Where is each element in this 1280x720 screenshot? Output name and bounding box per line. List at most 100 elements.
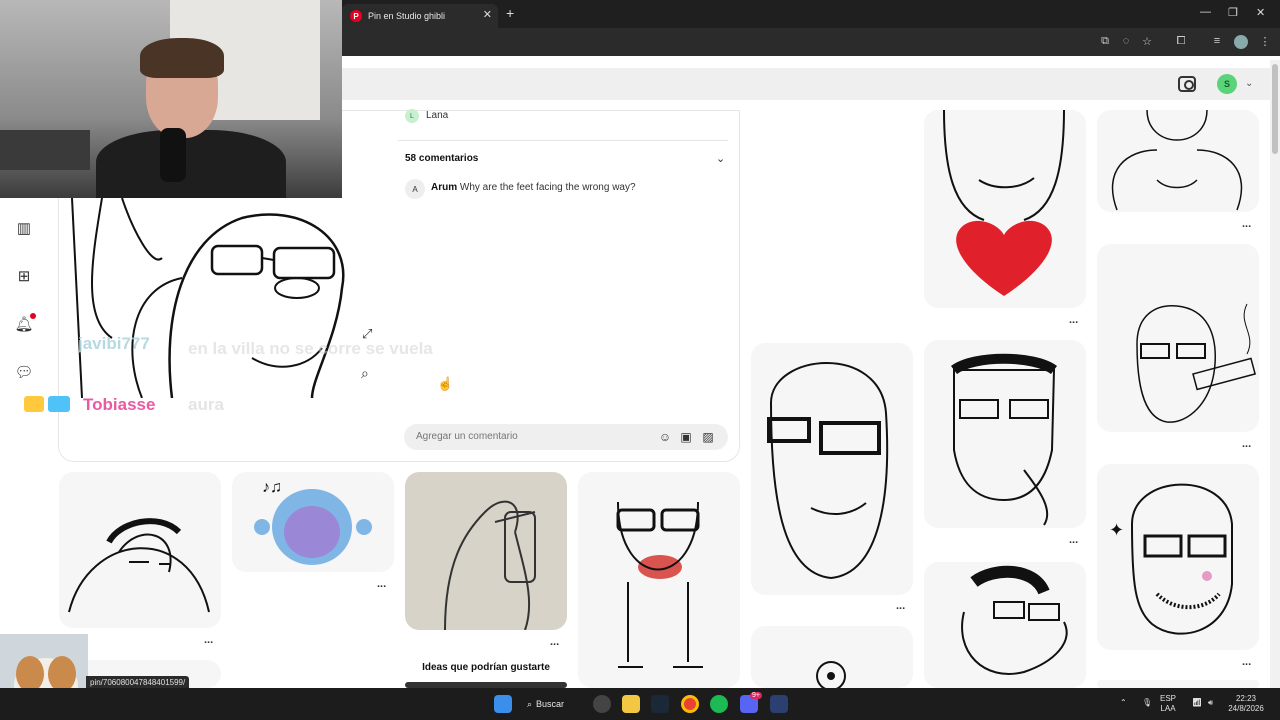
discord-badge: 9+ bbox=[750, 692, 762, 699]
file-explorer-icon[interactable] bbox=[622, 695, 640, 713]
chat-message: en la villa no se corre se vuela bbox=[188, 339, 433, 358]
taskbar-search[interactable]: ⌕ Buscar bbox=[527, 694, 583, 714]
pin-tile[interactable] bbox=[751, 626, 913, 688]
emoji-icon[interactable]: ☺ bbox=[657, 429, 673, 445]
clock[interactable]: 22:23 24/8/2026 bbox=[1224, 694, 1268, 714]
comment-input-placeholder: Agregar un comentario bbox=[416, 431, 518, 442]
more-options-button[interactable]: ... bbox=[1069, 534, 1078, 546]
comment-text: Arum Why are the feet facing the wrong w… bbox=[431, 182, 636, 193]
windows-taskbar bbox=[0, 688, 1280, 720]
microphone bbox=[160, 128, 186, 182]
close-window-button[interactable]: ✕ bbox=[1256, 6, 1265, 19]
commenter-avatar[interactable]: A bbox=[405, 179, 425, 199]
more-options-button[interactable]: ... bbox=[1242, 656, 1251, 668]
chrome-icon[interactable] bbox=[681, 695, 699, 713]
chat-username: javibi777 bbox=[78, 334, 150, 353]
wifi-icon[interactable]: 📶︎ bbox=[1192, 698, 1202, 708]
thinking-wojak-drawing bbox=[951, 353, 1057, 526]
microphone-icon[interactable]: 🎙︎ bbox=[1142, 698, 1152, 708]
pin-tile[interactable] bbox=[924, 562, 1086, 688]
divider bbox=[398, 140, 728, 141]
more-options-button[interactable]: ... bbox=[896, 600, 905, 612]
maximize-button[interactable]: ❐ bbox=[1228, 6, 1238, 19]
spotify-icon[interactable] bbox=[710, 695, 728, 713]
app-icon[interactable] bbox=[593, 695, 611, 713]
pin-tile[interactable]: ✦ bbox=[1097, 464, 1259, 650]
steam-icon[interactable] bbox=[651, 695, 669, 713]
pin-tile[interactable] bbox=[59, 472, 221, 628]
more-options-button[interactable]: ... bbox=[377, 578, 386, 590]
comment-author[interactable]: Arum bbox=[431, 182, 457, 193]
browser-tab[interactable]: P Pin en Studio ghibli ✕ bbox=[342, 4, 498, 28]
layout-icon[interactable]: ▥ bbox=[14, 219, 34, 239]
sleeping-man-drawing bbox=[68, 518, 210, 613]
eye-drawing bbox=[816, 661, 846, 688]
pin-tile[interactable] bbox=[924, 340, 1086, 528]
clock-time: 22:23 bbox=[1235, 694, 1257, 703]
user-avatar[interactable]: S bbox=[1217, 74, 1237, 94]
search-bar[interactable] bbox=[342, 68, 1270, 100]
left-nav-rail bbox=[0, 198, 48, 638]
pin-tile[interactable] bbox=[405, 472, 567, 630]
new-tab-button[interactable]: + bbox=[506, 5, 514, 21]
app-icon[interactable] bbox=[770, 695, 788, 713]
pin-tile[interactable] bbox=[1097, 244, 1259, 432]
pin-tile[interactable] bbox=[578, 472, 740, 688]
more-options-button[interactable]: ... bbox=[550, 636, 559, 648]
visual-search-icon[interactable]: ⌕ bbox=[361, 365, 369, 382]
more-options-button[interactable]: ... bbox=[1069, 314, 1078, 326]
eye-off-icon[interactable]: ◌ bbox=[1119, 35, 1133, 49]
volume-icon[interactable]: 🔊︎ bbox=[1208, 698, 1213, 708]
profile-avatar-icon[interactable] bbox=[1234, 35, 1248, 49]
image-icon[interactable]: ▨ bbox=[700, 429, 716, 445]
streamer-body bbox=[96, 130, 286, 198]
tray-chevron-icon[interactable]: ⌃ bbox=[1120, 698, 1127, 708]
svg-text:✦: ✦ bbox=[1109, 520, 1124, 540]
sticker-icon[interactable]: ▣ bbox=[678, 429, 694, 445]
svg-text:♪♫: ♪♫ bbox=[262, 479, 282, 496]
author-name[interactable]: Lana bbox=[426, 110, 448, 121]
extensions-icon[interactable]: ⧠ bbox=[1174, 35, 1188, 49]
camera-lens-icon[interactable] bbox=[1178, 76, 1196, 92]
blue-wojak-drawing: ♪♫ bbox=[254, 479, 372, 565]
install-app-icon[interactable]: ⧉ bbox=[1098, 35, 1112, 49]
bearded-wojak-drawing bbox=[616, 501, 703, 668]
taskbar-search-label: Buscar bbox=[536, 699, 565, 709]
crown-badge-icon bbox=[24, 396, 44, 412]
language-code: ESP bbox=[1160, 694, 1177, 703]
mouse-cursor: ☝ bbox=[437, 376, 454, 391]
pin-tile[interactable] bbox=[924, 110, 1086, 308]
chubby-wojak-drawing bbox=[1111, 110, 1243, 211]
chevron-down-icon[interactable]: ⌄ bbox=[716, 152, 725, 165]
author-avatar[interactable]: L bbox=[405, 109, 419, 123]
pin-tile[interactable]: ♪♫ bbox=[232, 472, 394, 572]
streamer-hair bbox=[140, 38, 224, 78]
chat-icon[interactable]: 💬︎ bbox=[14, 363, 34, 383]
tab-title: Pin en Studio ghibli bbox=[368, 11, 446, 21]
chevron-down-icon[interactable]: ⌄ bbox=[1245, 78, 1253, 89]
pin-tile[interactable] bbox=[751, 343, 913, 595]
minimize-button[interactable]: — bbox=[1200, 6, 1211, 18]
more-options-button[interactable]: ... bbox=[1242, 438, 1251, 450]
browser-menu-icon[interactable]: ⋮ bbox=[1258, 35, 1272, 49]
sub-badge-icon bbox=[48, 396, 70, 412]
windows-start-icon[interactable] bbox=[494, 695, 512, 713]
pin-image[interactable] bbox=[62, 198, 396, 398]
tab-close-button[interactable]: ✕ bbox=[483, 8, 492, 21]
comment-body: Why are the feet facing the wrong way? bbox=[459, 182, 636, 193]
more-options-button[interactable]: ... bbox=[204, 634, 213, 646]
scrollbar[interactable] bbox=[1270, 60, 1280, 688]
chat-message: aura bbox=[188, 395, 224, 414]
more-options-button[interactable]: ... bbox=[1242, 218, 1251, 230]
streamer-webcam bbox=[0, 0, 342, 198]
plus-icon[interactable]: ⊞ bbox=[14, 267, 34, 287]
pin-tile[interactable] bbox=[1097, 680, 1259, 688]
comments-title[interactable]: 58 comentarios bbox=[405, 153, 478, 164]
media-controls-icon[interactable]: ≡ bbox=[1210, 35, 1224, 49]
language-indicator[interactable]: ESP LAA bbox=[1160, 694, 1176, 714]
bookmark-star-icon[interactable]: ☆ bbox=[1140, 35, 1154, 49]
scrollbar-thumb[interactable] bbox=[1272, 64, 1278, 154]
notification-dot bbox=[30, 313, 36, 319]
pin-tile[interactable] bbox=[1097, 110, 1259, 212]
chat-username: Tobiasse bbox=[83, 395, 156, 414]
